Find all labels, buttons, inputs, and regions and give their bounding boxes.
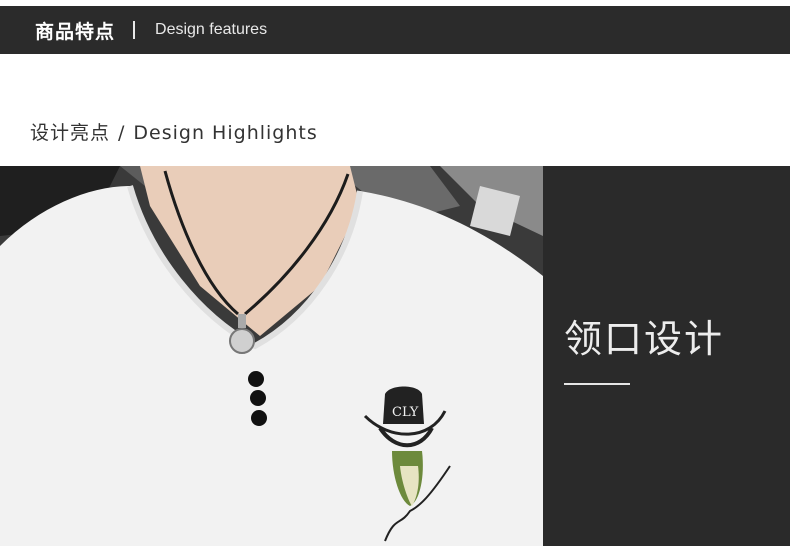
collar-photo-illustration: CLY bbox=[0, 166, 543, 546]
section-heading: 设计亮点 / Design Highlights bbox=[30, 118, 318, 145]
header-bar: 商品特点 Design features bbox=[0, 6, 790, 54]
section-title-zh: 设计亮点 bbox=[30, 122, 111, 144]
embroidery-hat-text: CLY bbox=[392, 405, 419, 420]
header-title-en: Design features bbox=[155, 21, 268, 38]
bottom-strip bbox=[0, 546, 790, 551]
section-separator: / bbox=[118, 122, 126, 144]
feature-panel: 领口设计 bbox=[543, 166, 790, 546]
header-divider bbox=[133, 21, 136, 39]
feature-title: 领口设计 bbox=[564, 317, 725, 361]
header-title-zh: 商品特点 bbox=[35, 20, 116, 43]
feature-underline bbox=[564, 383, 630, 385]
product-photo: CLY bbox=[0, 166, 543, 546]
section-title-en: Design Highlights bbox=[133, 122, 318, 144]
